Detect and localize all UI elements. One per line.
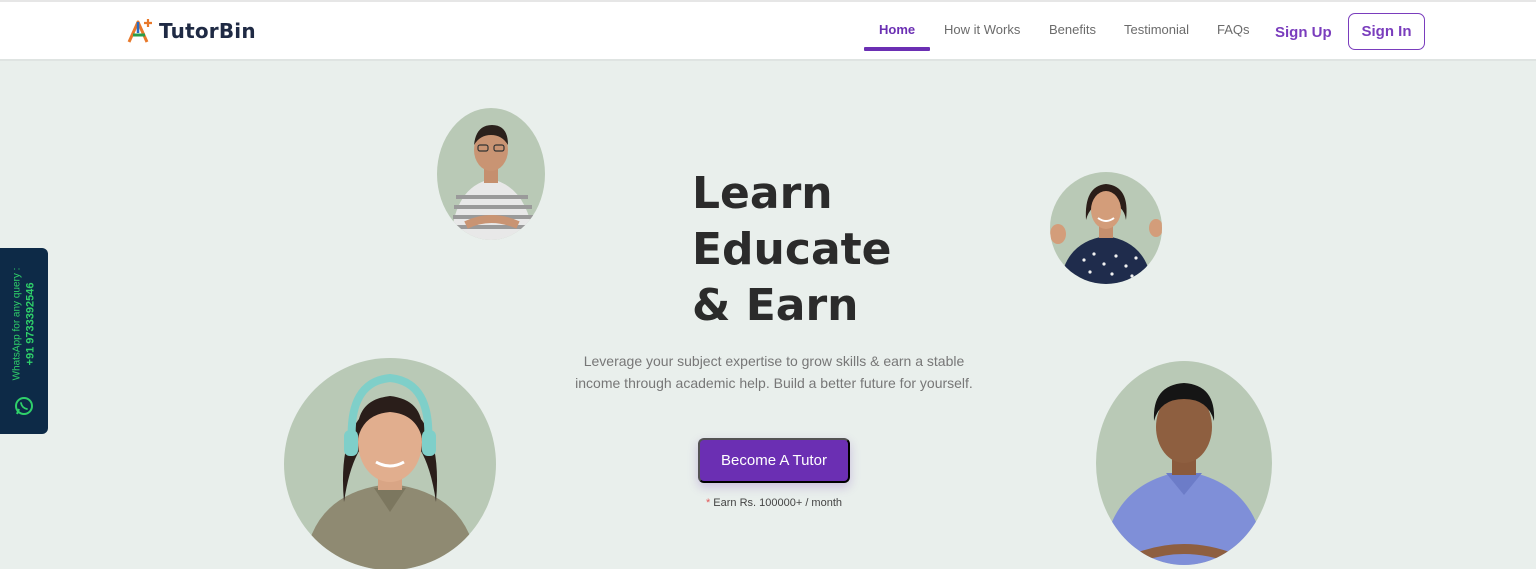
nav-how-it-works[interactable]: How it Works xyxy=(944,22,1020,37)
nav-benefits[interactable]: Benefits xyxy=(1049,22,1096,37)
hero-title-line: & Earn xyxy=(692,280,859,331)
nav-faqs[interactable]: FAQs xyxy=(1217,22,1250,37)
hero-description: Leverage your subject expertise to grow … xyxy=(575,353,973,391)
tutor-portrait-striped-shirt xyxy=(437,108,545,240)
nav-home[interactable]: Home xyxy=(879,22,915,37)
whatsapp-icon xyxy=(15,397,33,415)
whatsapp-label: WhatsApp for any query : xyxy=(11,267,23,381)
earnings-marker: * xyxy=(706,497,711,509)
earnings-text: Earn Rs. 100000+ / month xyxy=(713,497,842,509)
brand-name: TutorBin xyxy=(159,19,256,43)
tutor-portrait-blue-shirt xyxy=(1096,361,1272,565)
whatsapp-number: +91 9733392546 xyxy=(24,282,37,366)
active-tab-indicator xyxy=(864,47,930,51)
tutor-portrait-headphones xyxy=(284,358,496,569)
hero-title-line: Learn xyxy=(692,168,833,219)
sign-up-link[interactable]: Sign Up xyxy=(1275,24,1332,41)
brand-logo[interactable]: TutorBin xyxy=(126,17,256,45)
earnings-note: * Earn Rs. 100000+ / month xyxy=(706,497,842,509)
whatsapp-query-panel[interactable]: WhatsApp for any query : +91 9733392546 xyxy=(0,248,48,434)
become-a-tutor-button[interactable]: Become A Tutor xyxy=(698,438,850,483)
tutor-portrait-polka-dot xyxy=(1050,172,1162,284)
hero-title-line: Educate xyxy=(692,224,892,275)
logo-icon xyxy=(127,19,152,43)
nav-testimonial[interactable]: Testimonial xyxy=(1124,22,1189,37)
sign-in-button[interactable]: Sign In xyxy=(1348,13,1425,50)
top-navbar: TutorBin Home How it Works Benefits Test… xyxy=(0,0,1536,61)
hero-title: Learn Educate & Earn xyxy=(692,166,892,334)
